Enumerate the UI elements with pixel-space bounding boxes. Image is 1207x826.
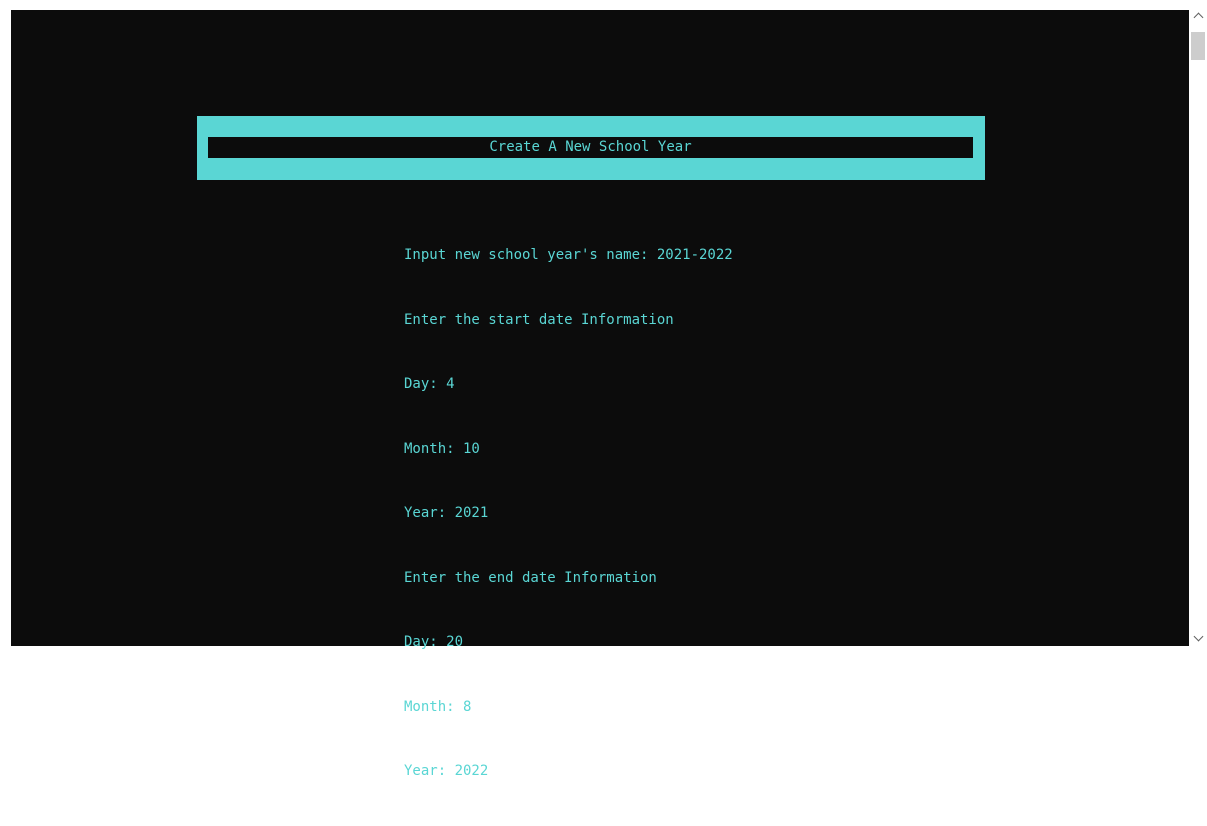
title-banner-text: Create A New School Year [208,137,973,158]
scroll-down-button[interactable] [1189,628,1207,646]
start-date-heading-line: Enter the start date Information [404,311,674,328]
console-lines: Input new school year's name: 2021-2022 … [404,202,733,826]
chevron-down-icon [1193,631,1203,642]
end-month-line: Month: 8 [404,698,472,715]
start-day-line: Day: 4 [404,376,455,392]
console-output-area[interactable]: Create A New School Year Input new schoo… [11,10,1189,779]
end-day-line: Day: 20 [404,634,464,650]
start-year-line: Year: 2021 [404,505,489,521]
start-month-line: Month: 10 [404,440,480,457]
chevron-up-icon [1193,12,1203,23]
scroll-up-button[interactable] [1189,8,1207,26]
vertical-scrollbar[interactable] [1189,0,1207,646]
end-year-line: Year: 2022 [404,763,489,779]
scroll-thumb[interactable] [1191,32,1205,60]
title-banner: Create A New School Year [197,116,985,180]
school-year-name-line: Input new school year's name: 2021-2022 [404,247,733,263]
end-date-heading-line: Enter the end date Information [404,569,657,586]
console-window: Create A New School Year Input new schoo… [0,0,1207,779]
